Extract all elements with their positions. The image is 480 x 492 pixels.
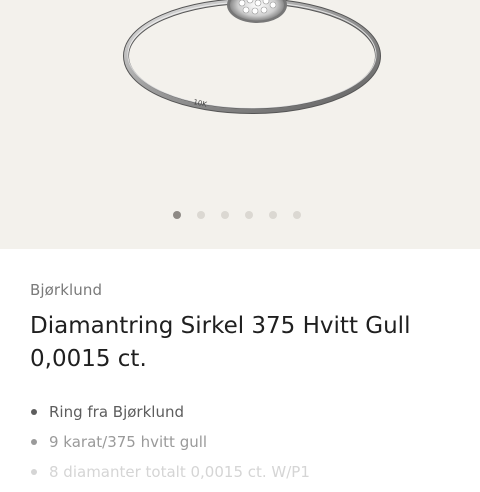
gallery-dot-2[interactable] xyxy=(197,211,205,219)
gallery-pagination xyxy=(173,210,301,220)
feature-item: 8 diamanter totalt 0,0015 ct. W/P1 xyxy=(30,462,310,492)
product-image-gallery[interactable]: 10K xyxy=(0,0,480,249)
gallery-dot-1[interactable] xyxy=(173,211,181,219)
feature-item: 9 karat/375 hvitt gull xyxy=(30,432,310,462)
gallery-dot-6[interactable] xyxy=(293,211,301,219)
brand-link[interactable]: Bjørklund xyxy=(30,281,102,299)
gallery-dot-5[interactable] xyxy=(269,211,277,219)
feature-item: Ring fra Bjørklund xyxy=(30,402,310,432)
feature-list: Ring fra Bjørklund 9 karat/375 hvitt gul… xyxy=(30,402,310,492)
product-title: Diamantring Sirkel 375 Hvitt Gull 0,0015… xyxy=(30,313,411,372)
gallery-dot-4[interactable] xyxy=(245,211,253,219)
gallery-dot-3[interactable] xyxy=(221,211,229,219)
